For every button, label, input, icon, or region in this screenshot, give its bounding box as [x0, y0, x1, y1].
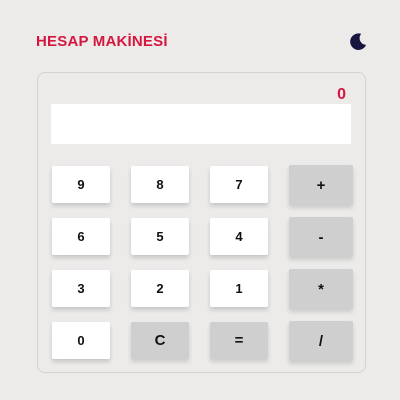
key-0[interactable]: 0 — [52, 322, 110, 359]
key-4[interactable]: 4 — [210, 218, 268, 255]
key-9[interactable]: 9 — [52, 166, 110, 203]
key-equals[interactable]: = — [210, 322, 268, 359]
key-2[interactable]: 2 — [131, 270, 189, 307]
app-title: HESAP MAKİNESİ — [36, 33, 168, 50]
key-multiply[interactable]: * — [289, 269, 353, 309]
result-display: 0 — [337, 86, 346, 103]
moon-icon — [350, 33, 367, 50]
key-1[interactable]: 1 — [210, 270, 268, 307]
key-divide[interactable]: / — [289, 321, 353, 361]
key-6[interactable]: 6 — [52, 218, 110, 255]
key-8[interactable]: 8 — [131, 166, 189, 203]
key-3[interactable]: 3 — [52, 270, 110, 307]
expression-input[interactable] — [51, 104, 351, 144]
key-7[interactable]: 7 — [210, 166, 268, 203]
page: HESAP MAKİNESİ 0 9 8 7 + 6 5 4 - 3 2 1 *… — [0, 0, 400, 400]
theme-toggle-button[interactable] — [347, 31, 369, 53]
key-clear[interactable]: C — [131, 322, 189, 359]
key-plus[interactable]: + — [289, 165, 353, 205]
key-minus[interactable]: - — [289, 217, 353, 257]
key-5[interactable]: 5 — [131, 218, 189, 255]
